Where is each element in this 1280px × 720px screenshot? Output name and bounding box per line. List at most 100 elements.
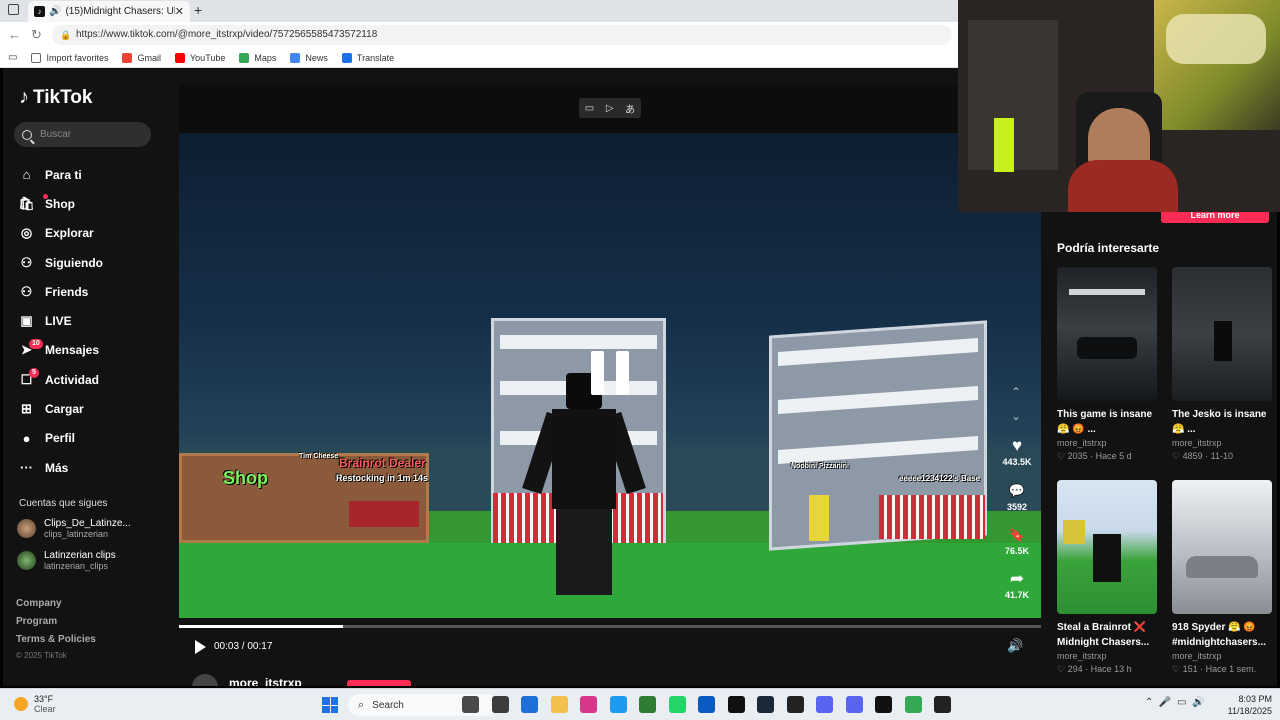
back-icon[interactable]: ← <box>8 27 21 42</box>
game-npc-yellow <box>809 495 829 541</box>
bookmark-button[interactable]: 🔖 76.5K <box>997 526 1037 556</box>
follow-button[interactable] <box>347 680 411 686</box>
favorites-menu-icon[interactable]: ▭ <box>8 52 17 63</box>
taskbar-app-icon[interactable] <box>845 696 863 713</box>
following-title: Cuentas que sigues <box>19 498 108 509</box>
recommended-video[interactable]: The Jesko is insane 😤 ... more_itstrxp ♡… <box>1172 267 1276 462</box>
share-button[interactable]: ➦ 41.7K <box>997 570 1037 601</box>
cast-icon[interactable]: ▷ <box>606 103 614 114</box>
favorite-youtube[interactable]: YouTube <box>175 52 225 63</box>
taskbar: 33°F Clear ⌕ Search ⌃ 🎤 ▭ 🔊 8:03 PM 11/18… <box>0 688 1280 720</box>
speaker-icon[interactable]: 🔊 <box>49 6 61 17</box>
game-stall-right <box>879 495 985 539</box>
taskbar-app-icon[interactable] <box>727 696 745 713</box>
sidebar-item-siguiendo[interactable]: ⚇ Siguiendo <box>19 248 103 277</box>
start-windows-icon[interactable] <box>322 697 338 713</box>
taskbar-app-icon[interactable] <box>904 696 922 713</box>
play-icon[interactable] <box>195 640 206 654</box>
favorites-bar: ▭ Import favorites Gmail YouTube Maps Ne… <box>0 48 958 68</box>
favorite-translate[interactable]: Translate <box>341 52 394 63</box>
browser-tab[interactable]: ♪ 🔊 (15)Midnight Chasers: Ultim ✕ <box>28 1 190 22</box>
footer-link-company[interactable]: Company <box>16 598 96 616</box>
video-thumbnail <box>1057 480 1157 614</box>
clock[interactable]: 8:03 PM 11/18/2025 <box>1222 693 1272 717</box>
taskbar-app-icon[interactable] <box>550 696 568 713</box>
followed-account[interactable]: Latinzerian clips latinzerian_clips <box>17 550 116 571</box>
sidebar-item-live[interactable]: ▣ LIVE <box>19 306 103 335</box>
followed-account[interactable]: Clips_De_Latinze... clips_latinzerian <box>17 518 131 539</box>
chevron-down-icon[interactable]: ⌄ <box>1011 409 1021 423</box>
captions-icon[interactable]: あ <box>625 101 635 116</box>
tab-title: (15)Midnight Chasers: Ultim <box>65 6 174 17</box>
sidebar-item-perfil[interactable]: ● Perfil <box>19 424 103 453</box>
taskbar-app-icon[interactable] <box>757 696 774 713</box>
author-name[interactable]: more_itstrxp <box>229 676 302 686</box>
video-player[interactable]: ▭ ▷ あ Shop Tim Cheese Brainrot Dealer Re… <box>179 85 1041 618</box>
new-tab-button[interactable]: + <box>194 2 202 18</box>
sidebar-item-label: Cargar <box>45 402 84 417</box>
following-icon: ⚇ <box>20 254 33 270</box>
comment-icon: 💬 <box>1008 483 1026 498</box>
like-button[interactable]: ♥ 443.5K <box>997 437 1037 468</box>
tab-actions-icon[interactable] <box>8 4 19 15</box>
taskbar-app-icon[interactable] <box>580 696 597 713</box>
footer-link-program[interactable]: Program <box>16 616 96 634</box>
recommended-video[interactable]: Steal a Brainrot ❌ Midnight Chasers... m… <box>1057 480 1161 675</box>
favorite-maps[interactable]: Maps <box>239 52 276 63</box>
recommended-video[interactable]: 918 Spyder 😤 😡 #midnightchasers... more_… <box>1172 480 1276 675</box>
pause-icon[interactable] <box>591 351 629 395</box>
video-progress-bar[interactable] <box>179 625 1041 628</box>
video-time: 00:03 / 00:17 <box>214 641 273 652</box>
taskbar-app-icon[interactable] <box>609 696 627 713</box>
taskbar-app-icon[interactable] <box>816 696 833 713</box>
system-tray[interactable]: ⌃ 🎤 ▭ 🔊 <box>1145 697 1204 708</box>
sidebar-item-explorar[interactable]: ◎ Explorar <box>19 219 103 248</box>
video-controls: 00:03 / 00:17 🔊 <box>179 634 1041 658</box>
taskbar-app-icon[interactable] <box>668 696 686 713</box>
sidebar-item-friends[interactable]: ⚇ Friends <box>19 277 103 306</box>
sidebar-item-shop[interactable]: 🛍 Shop <box>18 189 103 218</box>
search-input[interactable]: Buscar <box>14 122 151 147</box>
notification-badge: 10 <box>29 338 43 349</box>
learn-more-button[interactable]: Learn more <box>1161 211 1269 223</box>
sidebar-item-mensajes[interactable]: ➤ 10 Mensajes <box>19 336 103 365</box>
volume-icon[interactable]: 🔊 <box>1007 638 1023 654</box>
tab-close-icon[interactable]: ✕ <box>175 5 184 18</box>
taskbar-app-icon[interactable] <box>786 696 804 713</box>
author-avatar[interactable] <box>192 674 218 686</box>
game-stall-red <box>349 501 419 527</box>
url-input[interactable]: 🔒 https://www.tiktok.com/@more_itstrxp/v… <box>52 25 952 45</box>
refresh-icon[interactable]: ↻ <box>31 27 42 43</box>
miniplayer-icon[interactable]: ▭ <box>585 103 594 114</box>
footer-link-terms[interactable]: Terms & Policies <box>16 634 96 652</box>
sidebar-item-para-ti[interactable]: ⌂ Para ti <box>19 160 103 189</box>
comment-button[interactable]: 💬 3592 <box>997 482 1037 512</box>
favorite-gmail[interactable]: Gmail <box>122 52 161 63</box>
sidebar-item-m-s[interactable]: ··· Más <box>19 453 103 482</box>
taskbar-app-icon[interactable] <box>875 696 892 713</box>
weather-widget[interactable]: 33°F Clear <box>14 694 56 714</box>
chevron-up-icon[interactable]: ⌃ <box>1011 385 1021 399</box>
live-icon: ▣ <box>20 313 33 329</box>
sidebar-item-actividad[interactable]: ☐ 5 Actividad <box>19 365 103 394</box>
recommended-video[interactable]: This game is insane 😤 😡 ... more_itstrxp… <box>1057 267 1161 462</box>
favorite-import[interactable]: Import favorites <box>31 52 108 63</box>
video-thumbnail <box>1172 480 1272 614</box>
taskbar-app-icon[interactable] <box>639 696 656 713</box>
game-character <box>522 373 646 603</box>
sidebar-item-cargar[interactable]: ⊞ Cargar <box>19 394 103 423</box>
site-info-icon[interactable]: 🔒 <box>60 25 71 45</box>
taskbar-app-icon[interactable] <box>491 696 509 713</box>
maps-icon <box>239 52 250 63</box>
taskbar-app-icon[interactable] <box>521 696 538 713</box>
sidebar-item-label: Perfil <box>45 431 76 446</box>
tiktok-logo[interactable]: ♪ TikTok <box>19 86 92 109</box>
taskbar-app-icon[interactable] <box>934 696 951 713</box>
sidebar-item-label: Friends <box>45 284 89 299</box>
upload-icon: ⊞ <box>21 401 32 417</box>
game-label-noobini: Noobini Pizzanini <box>791 463 849 470</box>
taskbar-app-icon[interactable] <box>698 696 715 713</box>
taskbar-app-icon[interactable] <box>462 696 479 713</box>
favorite-news[interactable]: News <box>290 52 328 63</box>
avatar <box>17 519 36 538</box>
